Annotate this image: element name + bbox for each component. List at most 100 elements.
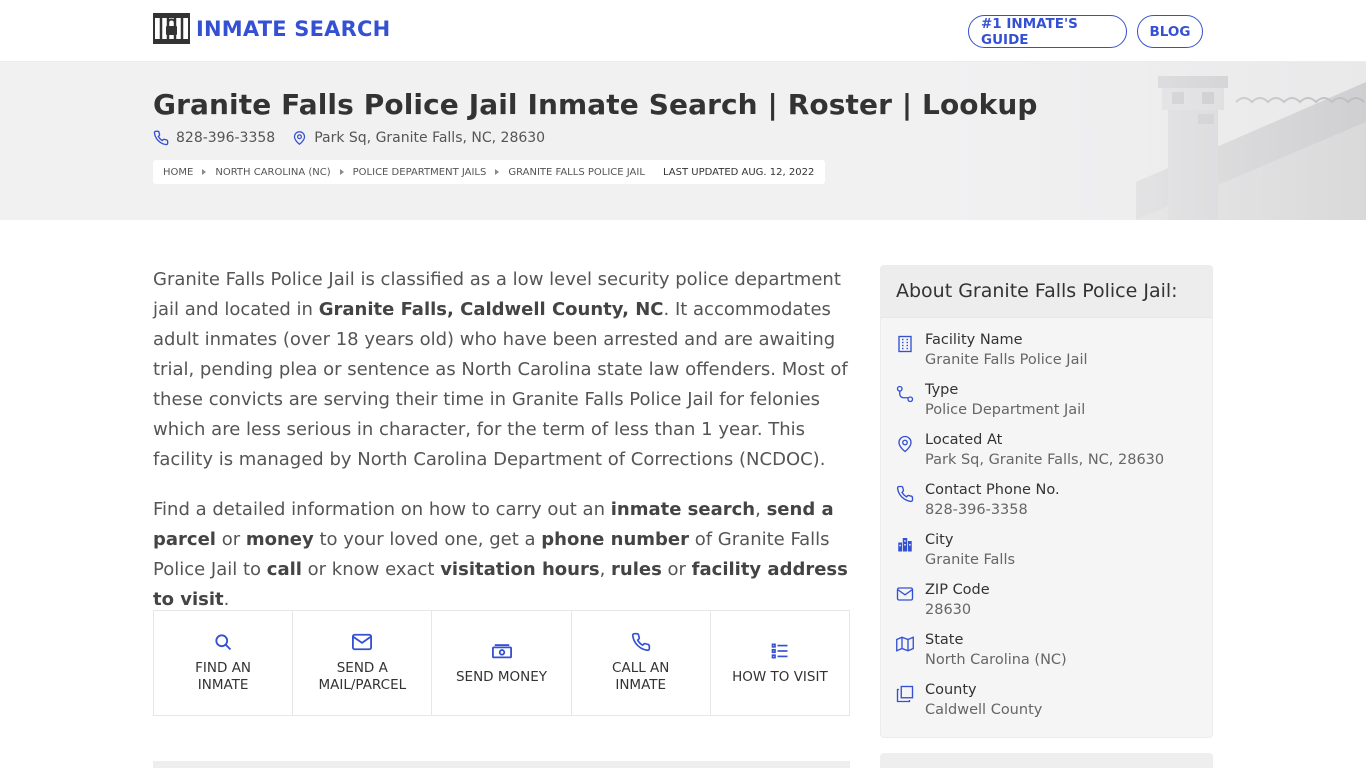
action-label-line: FIND AN	[195, 660, 252, 676]
info-label: Located At	[925, 432, 1003, 448]
rules-bold: rules	[611, 559, 662, 580]
services-text: or	[215, 529, 246, 550]
money-bold: money	[245, 529, 314, 550]
logo-text: INMATE SEARCH	[196, 16, 391, 41]
copy-icon	[896, 685, 914, 703]
intro-paragraph: Granite Falls Police Jail is classified …	[153, 265, 853, 475]
hero-address-text: Park Sq, Granite Falls, NC, 28630	[314, 130, 546, 146]
services-paragraph: Find a detailed information on how to ca…	[153, 495, 853, 615]
breadcrumb-current[interactable]: GRANITE FALLS POLICE JAIL	[508, 167, 645, 178]
services-text: to your loved one, get a	[313, 529, 542, 550]
envelope-icon	[896, 587, 914, 601]
inmate-search-bold: inmate search	[610, 499, 756, 520]
send-money-label: SEND MONEY	[455, 668, 548, 685]
info-value: Granite Falls	[925, 552, 1016, 568]
info-row-county: County Caldwell County	[896, 680, 1197, 730]
info-label: Contact Phone No.	[925, 482, 1060, 498]
breadcrumb-separator-icon	[495, 169, 500, 175]
page-title: Granite Falls Police Jail Inmate Search …	[153, 88, 1038, 121]
top-navbar: INMATE SEARCH #1 INMATE'S GUIDE BLOG	[0, 0, 1366, 62]
services-text: or	[661, 559, 692, 580]
breadcrumb-category[interactable]: POLICE DEPARTMENT JAILS	[353, 167, 487, 178]
info-value: North Carolina (NC)	[925, 652, 1067, 668]
breadcrumb: HOME NORTH CAROLINA (NC) POLICE DEPARTME…	[153, 160, 655, 184]
visitation-hours-bold: visitation hours	[440, 559, 600, 580]
phone-icon	[896, 485, 914, 503]
inmates-guide-button[interactable]: #1 INMATE'S GUIDE	[968, 15, 1127, 48]
action-label-line: INMATE	[615, 677, 667, 693]
call-inmate-label: CALL AN INMATE	[612, 660, 669, 694]
info-label: Type	[925, 382, 959, 398]
blog-button[interactable]: BLOG	[1137, 15, 1203, 48]
map-icon	[896, 636, 914, 652]
quick-actions: FIND AN INMATE SEND A MAIL/PARCEL SEND MON…	[153, 610, 850, 716]
facility-info-title: About Granite Falls Police Jail:	[881, 266, 1212, 318]
list-icon	[771, 643, 788, 658]
mail-icon	[352, 633, 373, 651]
breadcrumb-separator-icon	[339, 169, 344, 175]
info-value: Park Sq, Granite Falls, NC, 28630	[925, 452, 1165, 468]
money-icon	[491, 643, 512, 658]
breadcrumb-separator-icon	[202, 169, 207, 175]
find-inmate-button[interactable]: FIND AN INMATE	[154, 611, 294, 715]
intro-location-bold: Granite Falls, Caldwell County, NC	[318, 299, 664, 320]
services-text: Find a detailed information on how to ca…	[153, 499, 611, 520]
info-row-phone: Contact Phone No. 828-396-3358	[896, 480, 1197, 530]
jail-logo-icon	[153, 13, 190, 44]
info-row-type: Type Police Department Jail	[896, 380, 1197, 430]
send-mail-label: SEND A MAIL/PARCEL	[318, 660, 406, 694]
hero-phone[interactable]: 828-396-3358	[153, 130, 275, 146]
action-label-line: INMATE	[197, 677, 249, 693]
info-row-facility-name: Facility Name Granite Falls Police Jail	[896, 330, 1197, 380]
find-inmate-label: FIND AN INMATE	[195, 660, 251, 694]
location-pin-icon	[898, 435, 912, 453]
facility-info-list: Facility Name Granite Falls Police Jail T…	[881, 318, 1212, 730]
next-sidebar-card-edge	[880, 753, 1213, 768]
info-label: State	[925, 632, 964, 648]
call-inmate-button[interactable]: CALL AN INMATE	[572, 611, 711, 715]
send-money-button[interactable]: SEND MONEY	[432, 611, 572, 715]
next-section-edge	[153, 761, 850, 768]
breadcrumb-home[interactable]: HOME	[163, 167, 193, 178]
how-to-visit-label: HOW TO VISIT	[732, 668, 828, 685]
city-icon	[898, 538, 912, 552]
services-text: .	[223, 589, 230, 610]
info-value-phone[interactable]: 828-396-3358	[925, 500, 1060, 520]
info-value: Caldwell County	[925, 702, 1043, 718]
send-mail-button[interactable]: SEND A MAIL/PARCEL	[293, 611, 433, 715]
hero-phone-text: 828-396-3358	[176, 130, 276, 146]
breadcrumb-state[interactable]: NORTH CAROLINA (NC)	[215, 167, 330, 178]
action-label-line: MAIL/PARCEL	[318, 677, 407, 693]
location-pin-icon	[294, 131, 306, 146]
info-value: Police Department Jail	[925, 402, 1086, 418]
route-icon	[896, 385, 914, 403]
phone-icon	[153, 130, 169, 146]
info-row-state: State North Carolina (NC)	[896, 630, 1197, 680]
action-label-line: SEND A	[336, 660, 388, 676]
info-label: County	[925, 682, 977, 698]
info-label: City	[925, 532, 954, 548]
intro-text-rest: . It accommodates adult inmates (over 18…	[153, 299, 848, 470]
prison-tower-illustration	[936, 62, 1366, 220]
info-label: ZIP Code	[925, 582, 990, 598]
hero-address: Park Sq, Granite Falls, NC, 28630	[292, 130, 545, 146]
call-bold: call	[266, 559, 302, 580]
services-text: ,	[599, 559, 612, 580]
info-value: Granite Falls Police Jail	[925, 352, 1088, 368]
facility-info-card: About Granite Falls Police Jail: Facilit…	[880, 265, 1213, 738]
action-label-line: CALL AN	[612, 660, 670, 676]
phone-icon	[631, 632, 650, 652]
info-row-zip: ZIP Code 28630	[896, 580, 1197, 630]
info-row-city: City Granite Falls	[896, 530, 1197, 580]
building-icon	[898, 335, 912, 353]
info-row-location: Located At Park Sq, Granite Falls, NC, 28…	[896, 430, 1197, 480]
phone-number-bold: phone number	[541, 529, 690, 550]
how-to-visit-button[interactable]: HOW TO VISIT	[711, 611, 849, 715]
site-logo[interactable]: INMATE SEARCH	[153, 13, 390, 44]
services-text: ,	[755, 499, 767, 520]
info-label: Facility Name	[925, 332, 1023, 348]
search-icon	[215, 634, 232, 651]
last-updated-badge: LAST UPDATED AUG. 12, 2022	[652, 160, 826, 184]
services-text: or know exact	[301, 559, 441, 580]
contact-meta-row: 828-396-3358 Park Sq, Granite Falls, NC,…	[153, 130, 562, 146]
